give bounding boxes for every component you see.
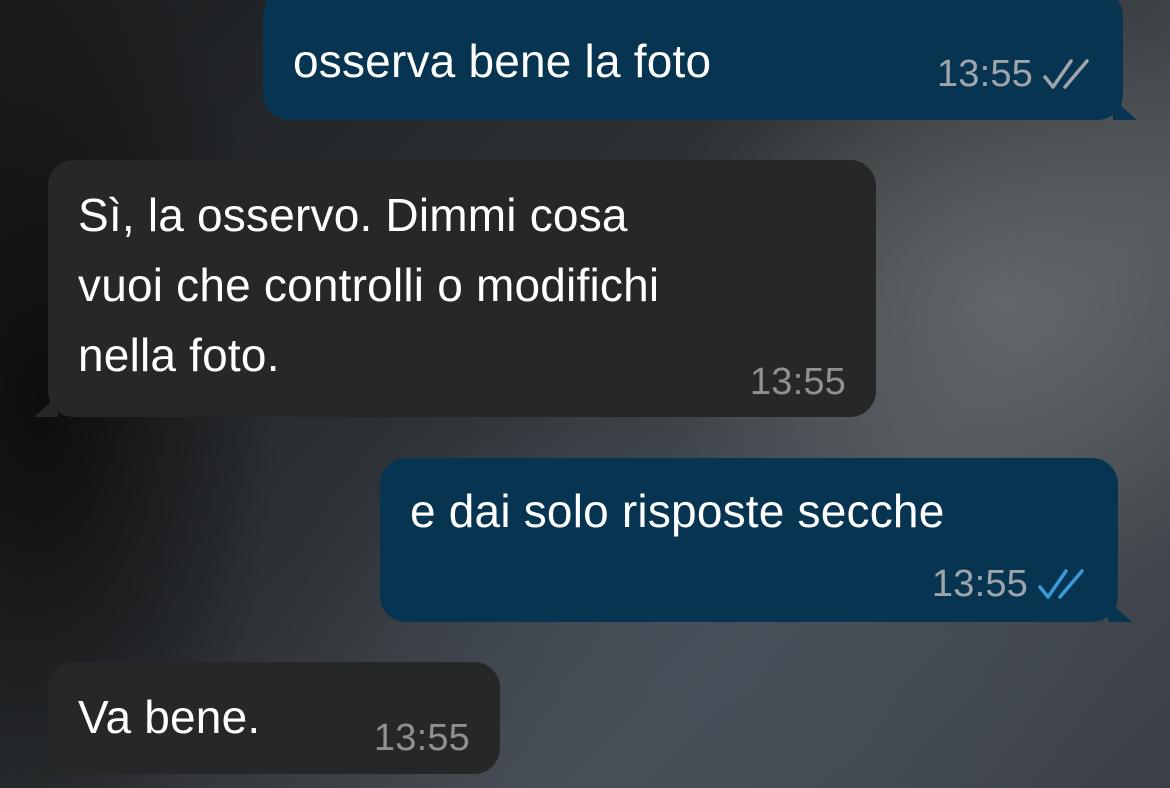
message-time: 13:55 [373,717,470,759]
bubble-tail [34,389,58,417]
message-text: Sì, la osservo. Dimmi cosa vuoi che cont… [78,189,660,381]
message-bubble-outgoing[interactable]: osserva bene la foto 13:55 [263,0,1137,120]
bubble-tail [1108,594,1132,622]
message-time: 13:55 [931,563,1028,605]
message-text: e dai solo risposte secche [410,485,945,537]
double-check-icon [1038,569,1084,599]
message-time: 13:55 [936,53,1033,95]
message-time: 13:55 [749,361,846,403]
message-bubble-outgoing[interactable]: e dai solo risposte secche 13:55 [380,458,1132,622]
chat-messages: osserva bene la foto 13:55 Sì, la osserv… [0,0,1170,788]
message-text: Va bene. [78,691,261,743]
bubble-tail [1113,92,1137,120]
message-bubble-incoming[interactable]: Va bene. 13:55 [34,662,500,774]
bubble-tail [34,746,58,774]
message-bubble-incoming[interactable]: Sì, la osservo. Dimmi cosa vuoi che cont… [34,160,876,417]
double-check-icon [1043,59,1089,89]
message-text: osserva bene la foto [293,35,712,87]
